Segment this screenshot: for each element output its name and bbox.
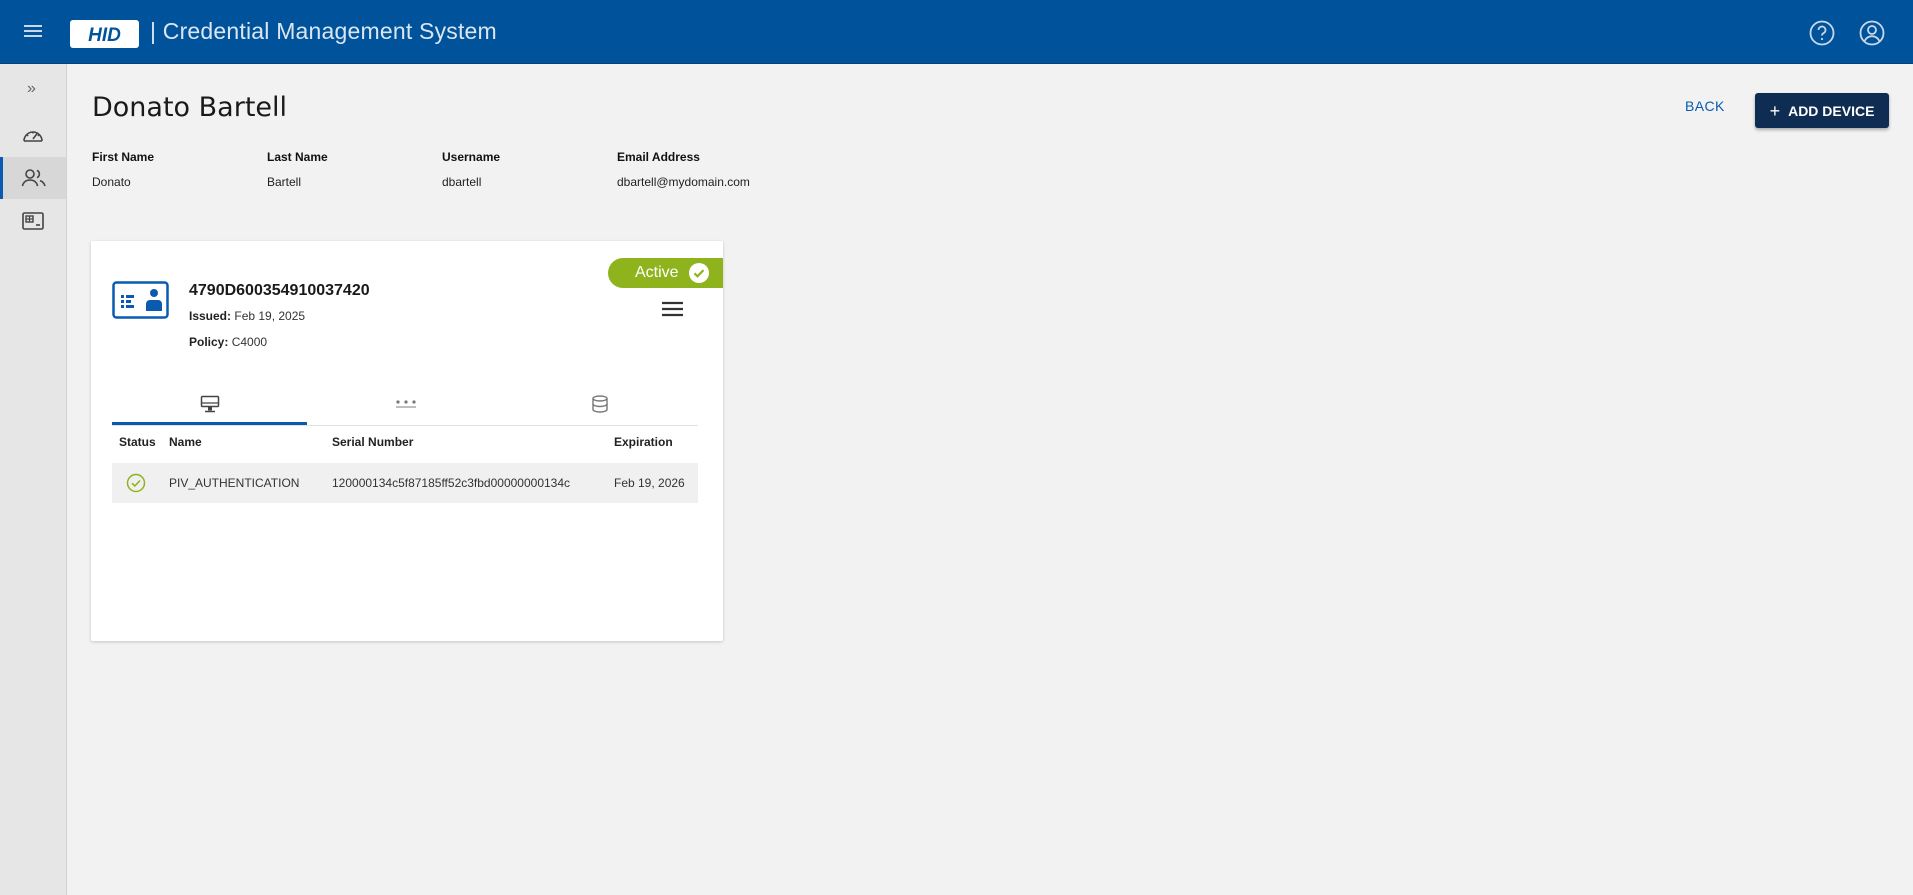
table-row[interactable]: PIV_AUTHENTICATION 120000134c5f87185ff52… <box>112 463 698 503</box>
sidebar-item-credentials[interactable] <box>0 200 66 242</box>
sidebar-item-users[interactable] <box>0 157 66 199</box>
row-serial-number: 120000134c5f87185ff52c3fbd00000000134c <box>332 476 571 490</box>
password-dots-icon <box>396 400 416 408</box>
top-app-bar: HID | Credential Management System <box>0 0 1913 64</box>
plus-icon: + <box>1769 100 1781 121</box>
add-device-button[interactable]: + ADD DEVICE <box>1755 93 1889 128</box>
back-button[interactable]: BACK <box>1685 98 1725 114</box>
double-chevron-right-icon: » <box>27 80 36 97</box>
check-circle-icon <box>689 263 709 283</box>
last-name-value: Bartell <box>267 175 302 189</box>
first-name-value: Donato <box>92 175 131 189</box>
device-tabs <box>112 385 698 426</box>
certificate-terminal-icon <box>200 395 220 413</box>
help-icon[interactable] <box>1808 19 1836 47</box>
issued-date: Issued: Feb 19, 2025 <box>189 309 305 323</box>
header-status: Status <box>119 435 156 449</box>
first-name-label: First Name <box>92 150 155 164</box>
sidebar: » <box>0 64 67 895</box>
last-name-field: Last Name Bartell <box>267 150 328 189</box>
speedometer-icon <box>23 131 43 142</box>
card-terminal-icon <box>22 212 44 230</box>
database-icon <box>592 395 608 413</box>
policy-label: Policy: <box>189 335 229 349</box>
device-card: Active 4790D600354910037420 Issued: Feb … <box>91 241 723 641</box>
first-name-field: First Name Donato <box>92 150 154 189</box>
add-device-label: ADD DEVICE <box>1788 102 1875 119</box>
header-expiration: Expiration <box>614 435 673 449</box>
policy-value: C4000 <box>231 335 268 349</box>
username-value: dbartell <box>442 175 482 189</box>
issued-label: Issued: <box>189 309 232 323</box>
status-badge: Active <box>608 258 723 288</box>
username-label: Username <box>442 150 501 164</box>
smart-card-icon <box>112 281 169 319</box>
email-value: dbartell@mydomain.com <box>617 175 750 189</box>
email-field: Email Address dbartell@mydomain.com <box>617 150 750 189</box>
page-title: Donato Bartell <box>92 92 288 123</box>
row-expiration: Feb 19, 2026 <box>614 476 685 490</box>
tab-passwords[interactable] <box>307 385 502 425</box>
hid-logo-text: HID <box>88 25 121 46</box>
tab-storage[interactable] <box>502 385 697 425</box>
users-icon <box>21 169 46 187</box>
email-label: Email Address <box>617 150 700 164</box>
check-circle-icon <box>126 473 146 493</box>
policy: Policy: C4000 <box>189 335 267 349</box>
tab-certificates[interactable] <box>112 385 307 425</box>
row-name: PIV_AUTHENTICATION <box>169 476 300 490</box>
issued-value: Feb 19, 2025 <box>234 309 306 323</box>
header-name: Name <box>169 435 202 449</box>
card-menu-icon[interactable] <box>662 301 683 317</box>
last-name-label: Last Name <box>267 150 328 164</box>
menu-icon[interactable] <box>22 20 48 46</box>
hid-logo[interactable]: HID <box>70 20 139 48</box>
app-title: | Credential Management System <box>150 18 497 44</box>
status-badge-label: Active <box>635 264 679 281</box>
credential-id: 4790D600354910037420 <box>189 282 370 299</box>
account-icon[interactable] <box>1858 19 1886 47</box>
sidebar-expand-button[interactable]: » <box>0 78 66 106</box>
header-serial-number: Serial Number <box>332 435 414 449</box>
sidebar-item-dashboard[interactable] <box>0 114 66 156</box>
username-field: Username dbartell <box>442 150 500 189</box>
